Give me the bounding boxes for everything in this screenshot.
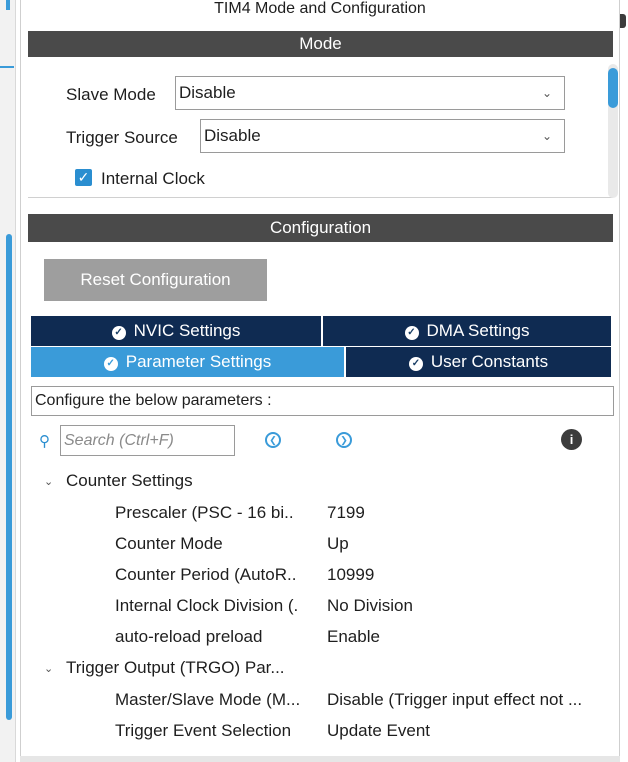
group-counter-settings[interactable]: Counter Settings	[66, 471, 193, 491]
check-circle-icon: ✓	[103, 357, 118, 371]
param-name: Counter Mode	[115, 534, 223, 553]
slave-mode-select[interactable]: Disable ⌄	[175, 76, 565, 110]
param-value[interactable]: No Division	[327, 596, 413, 616]
left-panel-scrollbar[interactable]	[6, 234, 12, 720]
previous-circle-icon[interactable]: ❮	[265, 432, 281, 448]
tab-user-constants[interactable]: ✓ User Constants	[346, 347, 611, 377]
configure-parameters-text: Configure the below parameters :	[31, 386, 614, 416]
param-name: Counter Period (AutoR..	[115, 565, 297, 584]
tab-dma-settings[interactable]: ✓ DMA Settings	[323, 316, 611, 346]
param-name: Prescaler (PSC - 16 bi..	[115, 503, 294, 522]
chevron-down-icon[interactable]: ⌄	[44, 662, 53, 675]
left-panel-accent	[6, 0, 10, 10]
mode-header: Mode	[28, 31, 613, 57]
tab-parameter-settings[interactable]: ✓ Parameter Settings	[31, 347, 344, 377]
check-circle-icon: ✓	[408, 357, 423, 371]
tab-label: User Constants	[430, 352, 549, 371]
param-name: Master/Slave Mode (M...	[115, 690, 301, 709]
window-title: TIM4 Mode and Configuration	[214, 0, 426, 17]
info-icon[interactable]: i	[561, 429, 582, 450]
search-input[interactable]: Search (Ctrl+F)	[60, 425, 235, 456]
param-name: Trigger Event Selection	[115, 721, 292, 740]
param-value[interactable]: 7199	[327, 503, 365, 523]
configuration-header: Configuration	[28, 214, 613, 242]
check-circle-icon: ✓	[111, 326, 126, 340]
slave-mode-label: Slave Mode	[66, 85, 156, 104]
trigger-source-label: Trigger Source	[66, 128, 178, 147]
trigger-source-select[interactable]: Disable ⌄	[200, 119, 565, 153]
param-value[interactable]: Disable (Trigger input effect not ...	[327, 690, 582, 710]
param-value[interactable]: Update Event	[327, 721, 430, 741]
group-trigger-output[interactable]: Trigger Output (TRGO) Par...	[66, 658, 285, 678]
left-panel-divider	[0, 66, 14, 68]
search-icon: ⚲	[39, 433, 50, 450]
panel-bottom-edge	[20, 756, 620, 762]
internal-clock-label: Internal Clock	[101, 169, 205, 188]
tab-label: NVIC Settings	[133, 321, 241, 340]
right-edge-handle[interactable]	[620, 14, 626, 28]
tab-label: DMA Settings	[426, 321, 530, 340]
mode-scrollbar-thumb[interactable]	[608, 68, 618, 108]
tab-label: Parameter Settings	[125, 352, 272, 371]
reset-configuration-button[interactable]: Reset Configuration	[44, 259, 267, 301]
slave-mode-value: Disable	[179, 83, 236, 102]
check-circle-icon: ✓	[404, 326, 419, 340]
tab-nvic-settings[interactable]: ✓ NVIC Settings	[31, 316, 321, 346]
param-name: auto-reload preload	[115, 627, 263, 646]
left-panel-strip	[0, 0, 16, 762]
param-value[interactable]: Enable	[327, 627, 380, 647]
param-value[interactable]: Up	[327, 534, 349, 554]
next-circle-icon[interactable]: ❯	[336, 432, 352, 448]
chevron-down-icon: ⌄	[541, 86, 552, 100]
trigger-source-value: Disable	[204, 126, 261, 145]
right-edge	[620, 0, 628, 762]
param-value[interactable]: 10999	[327, 565, 374, 585]
chevron-down-icon[interactable]: ⌄	[44, 475, 53, 488]
chevron-down-icon: ⌄	[541, 129, 552, 143]
internal-clock-checkbox[interactable]: ✓	[75, 169, 92, 186]
param-name: Internal Clock Division (.	[115, 596, 299, 615]
mode-scrollbar[interactable]	[608, 64, 618, 198]
